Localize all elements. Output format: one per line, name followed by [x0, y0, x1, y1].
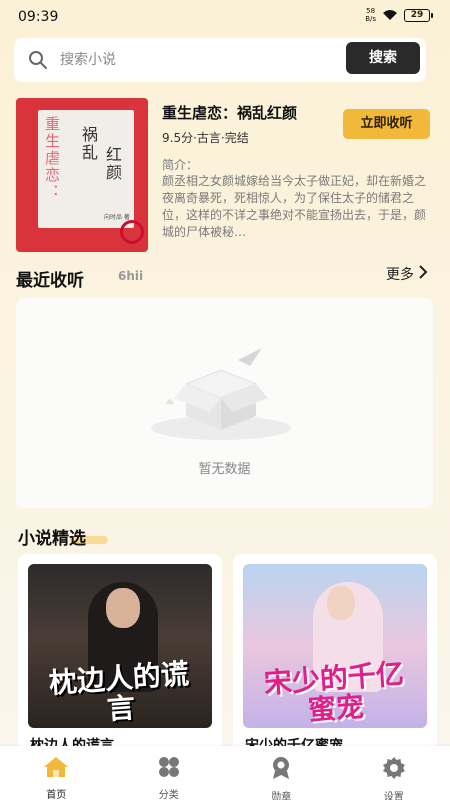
- medal-icon: [270, 756, 292, 784]
- listen-now-button[interactable]: 立即收听: [343, 109, 430, 139]
- cover-title-part: 红颜: [103, 146, 122, 182]
- featured-book-cover[interactable]: 重生虐恋： 祸乱 红颜 向时品 著: [16, 98, 148, 252]
- search-input[interactable]: [60, 48, 330, 72]
- featured-book-title[interactable]: 重生虐恋：祸乱红颜: [162, 102, 297, 123]
- featured-book-meta: 9.5分·古言·完结: [162, 131, 249, 145]
- tab-label: 设置: [383, 792, 404, 800]
- book-cover-title: 宋少的千亿蜜宠: [262, 657, 405, 727]
- tab-medal[interactable]: 勋章: [225, 746, 338, 800]
- chevron-right-icon: [418, 265, 428, 283]
- bottom-tab-bar: 首页 分类 勋章 设置: [0, 746, 450, 800]
- status-icons: 58 B/s 29: [365, 7, 433, 23]
- search-icon: [28, 50, 48, 74]
- category-icon: [157, 756, 181, 782]
- battery-icon: 29: [404, 8, 433, 22]
- empty-state-text: 暂无数据: [198, 462, 251, 477]
- book-cover-title: 枕边人的谎言: [47, 657, 190, 726]
- tab-category[interactable]: 分类: [113, 746, 226, 800]
- settings-icon: [382, 756, 406, 784]
- wifi-icon: [382, 9, 398, 21]
- cover-title-part: 祸乱: [79, 126, 98, 162]
- cover-face: [106, 588, 140, 628]
- empty-box-icon: [146, 336, 296, 450]
- picks-section-title: 小说精选: [18, 529, 86, 549]
- network-speed: 58 B/s: [365, 7, 376, 23]
- book-card[interactable]: 枕边人的谎言 枕边人的谎言: [18, 554, 222, 754]
- status-time: 09:39: [18, 9, 59, 25]
- cover-title-part: 重生虐恋：: [43, 116, 61, 201]
- recent-section-subtitle: 6hii: [118, 269, 144, 283]
- tab-home[interactable]: 首页: [0, 746, 113, 800]
- search-bar: 搜索: [14, 38, 426, 82]
- featured-book-intro: 颜丞相之女颜城嫁给当今太子做正妃，却在新婚之夜离奇暴死，死相惊人，为了保住太子的…: [162, 174, 427, 239]
- status-bar: 09:39 58 B/s 29: [0, 0, 450, 34]
- search-button[interactable]: 搜索: [346, 42, 420, 74]
- book-cover: 枕边人的谎言: [28, 564, 212, 728]
- tab-label: 分类: [158, 790, 179, 800]
- knot-decoration-icon: [120, 220, 144, 244]
- more-link[interactable]: 更多: [386, 264, 428, 284]
- cover-face: [327, 586, 355, 620]
- tab-label: 勋章: [271, 792, 292, 800]
- intro-label: 简介：: [162, 158, 199, 172]
- cover-author: 向时品 著: [104, 214, 130, 221]
- recent-section-title: 最近收听: [16, 271, 84, 291]
- home-icon: [43, 756, 69, 782]
- book-card[interactable]: 宋少的千亿蜜宠 宋少的千亿蜜宠: [233, 554, 437, 754]
- more-link-label: 更多: [386, 267, 414, 283]
- book-cover: 宋少的千亿蜜宠: [243, 564, 427, 728]
- tab-settings[interactable]: 设置: [338, 746, 450, 800]
- tab-label: 首页: [46, 790, 67, 800]
- recent-empty-state: 暂无数据: [16, 298, 433, 508]
